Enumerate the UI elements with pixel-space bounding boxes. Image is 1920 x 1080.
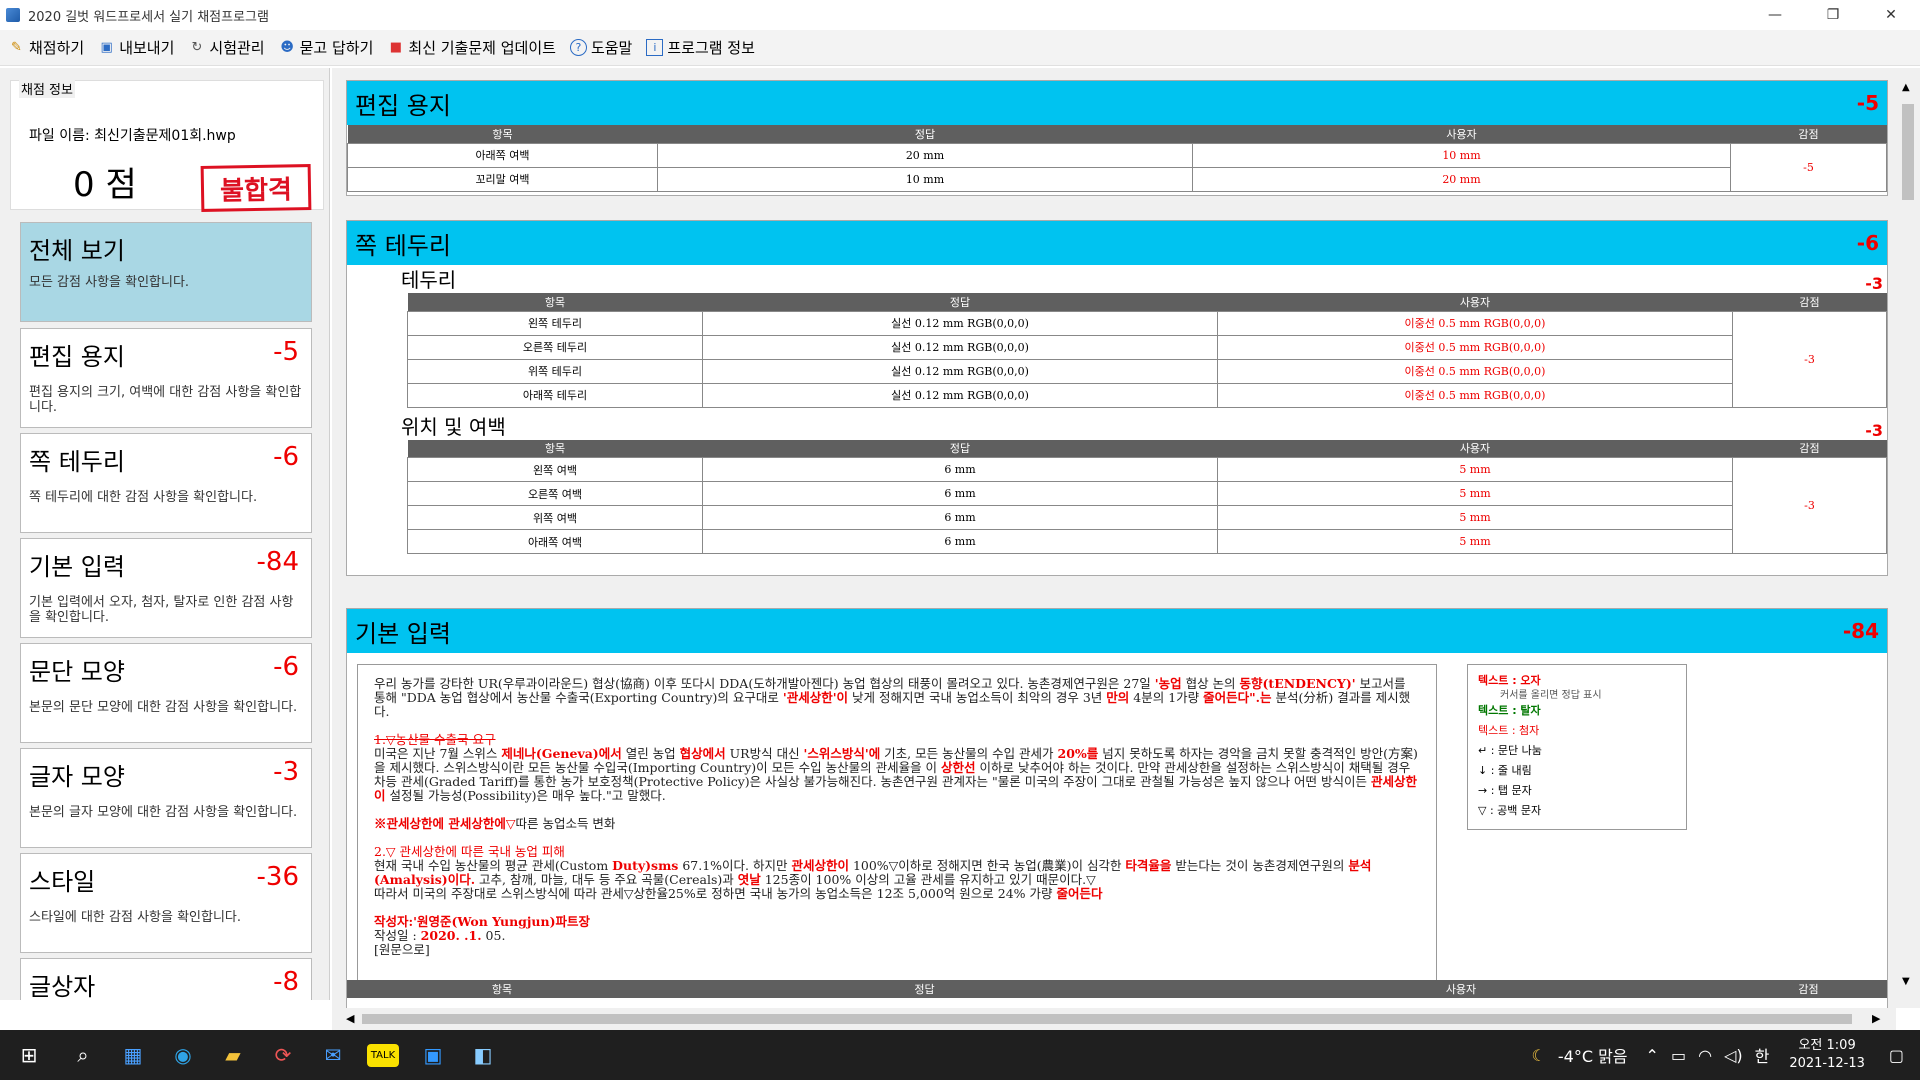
scroll-thumb[interactable] (1902, 104, 1914, 200)
kakaotalk-icon[interactable]: TALK (358, 1030, 408, 1080)
edge-icon[interactable]: ◉ (158, 1030, 208, 1080)
scroll-up-icon[interactable]: ▲ (1902, 82, 1910, 93)
volume-icon[interactable]: ◁) (1724, 1046, 1743, 1065)
grading-info-label: 채점 정보 (19, 79, 75, 98)
grading-info-box: 채점 정보 파일 이름: 최신기출문제01회.hwp 0 점 불합격 (10, 79, 324, 212)
card-paper[interactable]: 편집 용지 -5 편집 용지의 크기, 여백에 대한 감점 사항을 확인합니다. (20, 328, 312, 428)
margin-table: 항목 정답 사용자 감점 왼쪽 여백 6 mm 5 mm -3 오른쪽 여백 6 mm 5 mm… (407, 439, 1887, 554)
app-icon (6, 8, 20, 22)
minimize-button[interactable]: — (1746, 0, 1804, 30)
people-icon: ☻ (280, 40, 294, 55)
sync-icon[interactable]: ⟳ (258, 1030, 308, 1080)
moon-icon: ☾ (1531, 1045, 1546, 1065)
section-page-border: 쪽 테두리 -6 테두리 -3 항목 정답 사용자 감점 왼쪽 테두리 실선 0.12 mm… (346, 220, 1888, 576)
scroll-right-icon[interactable]: ▶ (1872, 1012, 1880, 1025)
title-bar: 2020 길벗 워드프로세서 실기 채점프로그램 — ❐ ✕ (0, 0, 1920, 30)
scroll-left-icon[interactable]: ◀ (346, 1012, 354, 1025)
menu-update[interactable]: ■ 최신 기출문제 업데이트 (387, 37, 556, 58)
table-row: 위쪽 여백 6 mm 5 mm (407, 505, 1887, 530)
window-title: 2020 길벗 워드프로세서 실기 채점프로그램 (28, 9, 269, 25)
save-icon: ▣ (100, 40, 113, 55)
border-table: 항목 정답 사용자 감점 왼쪽 테두리 실선 0.12 mm RGB(0,0,0) 이중선… (407, 293, 1887, 408)
table-row: 왼쪽 여백 6 mm 5 mm -3 (407, 457, 1887, 554)
card-textbox[interactable]: 글상자 -8 (20, 958, 312, 1000)
table-row: 위쪽 테두리 실선 0.12 mm RGB(0,0,0) 이중선 0.5 mm RG… (407, 358, 1887, 384)
input-text-box: 우리 농가를 강타한 UR(우루과이라운드) 협상(協商) 이후 또다시 DDA… (357, 664, 1437, 984)
help-icon: ? (569, 39, 587, 56)
close-button[interactable]: ✕ (1862, 0, 1920, 30)
clock[interactable]: 오전 1:09 2021-12-13 (1789, 1037, 1865, 1073)
paper-table: 항목 정답 사용자 감점 아래쪽 여백 20 mm 10 mm -5 꼬리말 여백 10 mm… (347, 125, 1887, 192)
section-paper: 편집 용지 -5 항목 정답 사용자 감점 아래쪽 여백 20 mm 10 mm -5 꼬리말… (346, 80, 1888, 196)
paragraph-1: 우리 농가를 강타한 UR(우루과이라운드) 협상(協商) 이후 또다시 DDA… (374, 676, 1411, 719)
section-points: -5 (1856, 91, 1879, 115)
info-icon: i (646, 39, 664, 56)
menu-bar: ✎ 채점하기 ▣ 내보내기 ↻ 시험관리 ☻ 묻고 답하기 ■ 최신 기출문제 업데이트 … (0, 30, 1920, 66)
paragraph-5: 작성자:'원영준(Won Yungjun)파트장 작성일 : 2020. .1. … (374, 914, 591, 957)
card-font[interactable]: 글자 모양 -3 본문의 글자 모양에 대한 감점 사항을 확인합니다. (20, 748, 312, 848)
card-border[interactable]: 쪽 테두리 -6 쪽 테두리에 대한 감점 사항을 확인합니다. (20, 433, 312, 533)
refresh-icon: ↻ (191, 40, 203, 55)
explorer-icon[interactable]: ▰ (208, 1030, 258, 1080)
menu-qna[interactable]: ☻ 묻고 답하기 (279, 37, 373, 58)
card-input[interactable]: 기본 입력 -84 기본 입력에서 오자, 첨자, 탈자로 인한 감점 사항을 확… (20, 538, 312, 638)
vertical-scrollbar[interactable]: ▲ ▼ (1896, 68, 1920, 1008)
subsection-points: -3 (1865, 420, 1883, 440)
menu-export[interactable]: ▣ 내보내기 (98, 37, 175, 58)
menu-info[interactable]: i 프로그램 정보 (646, 37, 755, 58)
horizontal-scrollbar[interactable]: ◀ ▶ (332, 1008, 1896, 1030)
table-row: 아래쪽 여백 20 mm 10 mm -5 (347, 142, 1887, 192)
gift-icon: ■ (389, 40, 403, 55)
section-title: 기본 입력 (355, 619, 451, 648)
table-row: 오른쪽 테두리 실선 0.12 mm RGB(0,0,0) 이중선 0.5 mm R… (407, 334, 1887, 360)
subsection-title: 테두리 (401, 268, 457, 292)
ime-indicator[interactable]: 한 (1755, 1043, 1770, 1067)
card-paragraph[interactable]: 문단 모양 -6 본문의 문단 모양에 대한 감점 사항을 확인합니다. (20, 643, 312, 743)
menu-help[interactable]: ? 도움말 (569, 37, 632, 58)
notification-icon[interactable]: ▢ (1889, 1046, 1904, 1065)
table-row: 오른쪽 여백 6 mm 5 mm (407, 481, 1887, 506)
paragraph-4: 2.▽ 관세상한에 따른 국내 농업 피해 현재 국내 수입 농산물의 평균 관세… (374, 844, 1372, 901)
tray-chevron-icon[interactable]: ⌃ (1646, 1046, 1659, 1065)
hwp-icon[interactable]: ▣ (408, 1030, 458, 1080)
table-row: 아래쪽 여백 6 mm 5 mm (407, 529, 1887, 554)
pencil-icon: ✎ (11, 40, 22, 55)
store-icon[interactable]: ▦ (108, 1030, 158, 1080)
section-points: -84 (1842, 619, 1879, 643)
subsection-points: -3 (1865, 274, 1883, 293)
card-all[interactable]: 전체 보기 모든 감점 사항을 확인합니다. (20, 222, 312, 322)
table-row: 아래쪽 테두리 실선 0.12 mm RGB(0,0,0) 이중선 0.5 mm R… (407, 382, 1887, 408)
main-panel: 편집 용지 -5 항목 정답 사용자 감점 아래쪽 여백 20 mm 10 mm -5 꼬리말… (332, 68, 1896, 1008)
start-icon[interactable]: ⊞ (0, 1030, 58, 1080)
menu-exam[interactable]: ↻ 시험관리 (188, 37, 264, 58)
section-title: 편집 용지 (355, 91, 451, 120)
battery-icon[interactable]: ▭ (1671, 1046, 1686, 1065)
taskbar: ⊞ ⌕ ▦ ◉ ▰ ⟳ ✉ TALK ▣ ◧ ☾ -4°C 맑음 ⌃ ▭ ◠ ◁… (0, 1030, 1920, 1080)
scroll-down-icon[interactable]: ▼ (1902, 976, 1910, 987)
paragraph-3: ※관세상한에 관세상한에▽따른 농업소득 변화 (374, 816, 616, 831)
weather-text[interactable]: -4°C 맑음 (1558, 1043, 1628, 1067)
search-icon[interactable]: ⌕ (58, 1030, 108, 1080)
fail-stamp: 불합격 (200, 164, 312, 212)
paragraph-2: 1.▽농산물 수출국 요구 미국은 지난 7월 스위스 제네나(Geneva)에서… (374, 732, 1418, 803)
legend-box: 텍스트 : 오자 커서를 올리면 정답 표시 텍스트 : 탈자 텍스트 : 첨자… (1467, 664, 1687, 830)
score: 0 점 (73, 165, 137, 205)
mail-icon[interactable]: ✉ (308, 1030, 358, 1080)
sidebar: 채점 정보 파일 이름: 최신기출문제01회.hwp 0 점 불합격 전체 보기… (0, 68, 330, 1000)
table-row: 꼬리말 여백 10 mm 20 mm (347, 166, 1887, 192)
maximize-button[interactable]: ❐ (1804, 0, 1862, 30)
section-basic-input: 기본 입력 -84 우리 농가를 강타한 UR(우루과이라운드) 협상(協商) 이… (346, 608, 1888, 1008)
card-style[interactable]: 스타일 -36 스타일에 대한 감점 사항을 확인합니다. (20, 853, 312, 953)
network-icon[interactable]: ◠ (1698, 1046, 1712, 1065)
scroll-thumb[interactable] (362, 1014, 1852, 1024)
grader-app-icon[interactable]: ◧ (458, 1030, 508, 1080)
section-points: -6 (1856, 231, 1879, 255)
file-name: 파일 이름: 최신기출문제01회.hwp (29, 128, 236, 144)
section-title: 쪽 테두리 (355, 231, 451, 260)
subsection-title: 위치 및 여백 (401, 414, 506, 439)
section-next: 항목 정답 사용자 감점 (346, 980, 1888, 1008)
menu-grade[interactable]: ✎ 채점하기 (8, 37, 84, 58)
table-row: 왼쪽 테두리 실선 0.12 mm RGB(0,0,0) 이중선 0.5 mm RG… (407, 310, 1887, 408)
